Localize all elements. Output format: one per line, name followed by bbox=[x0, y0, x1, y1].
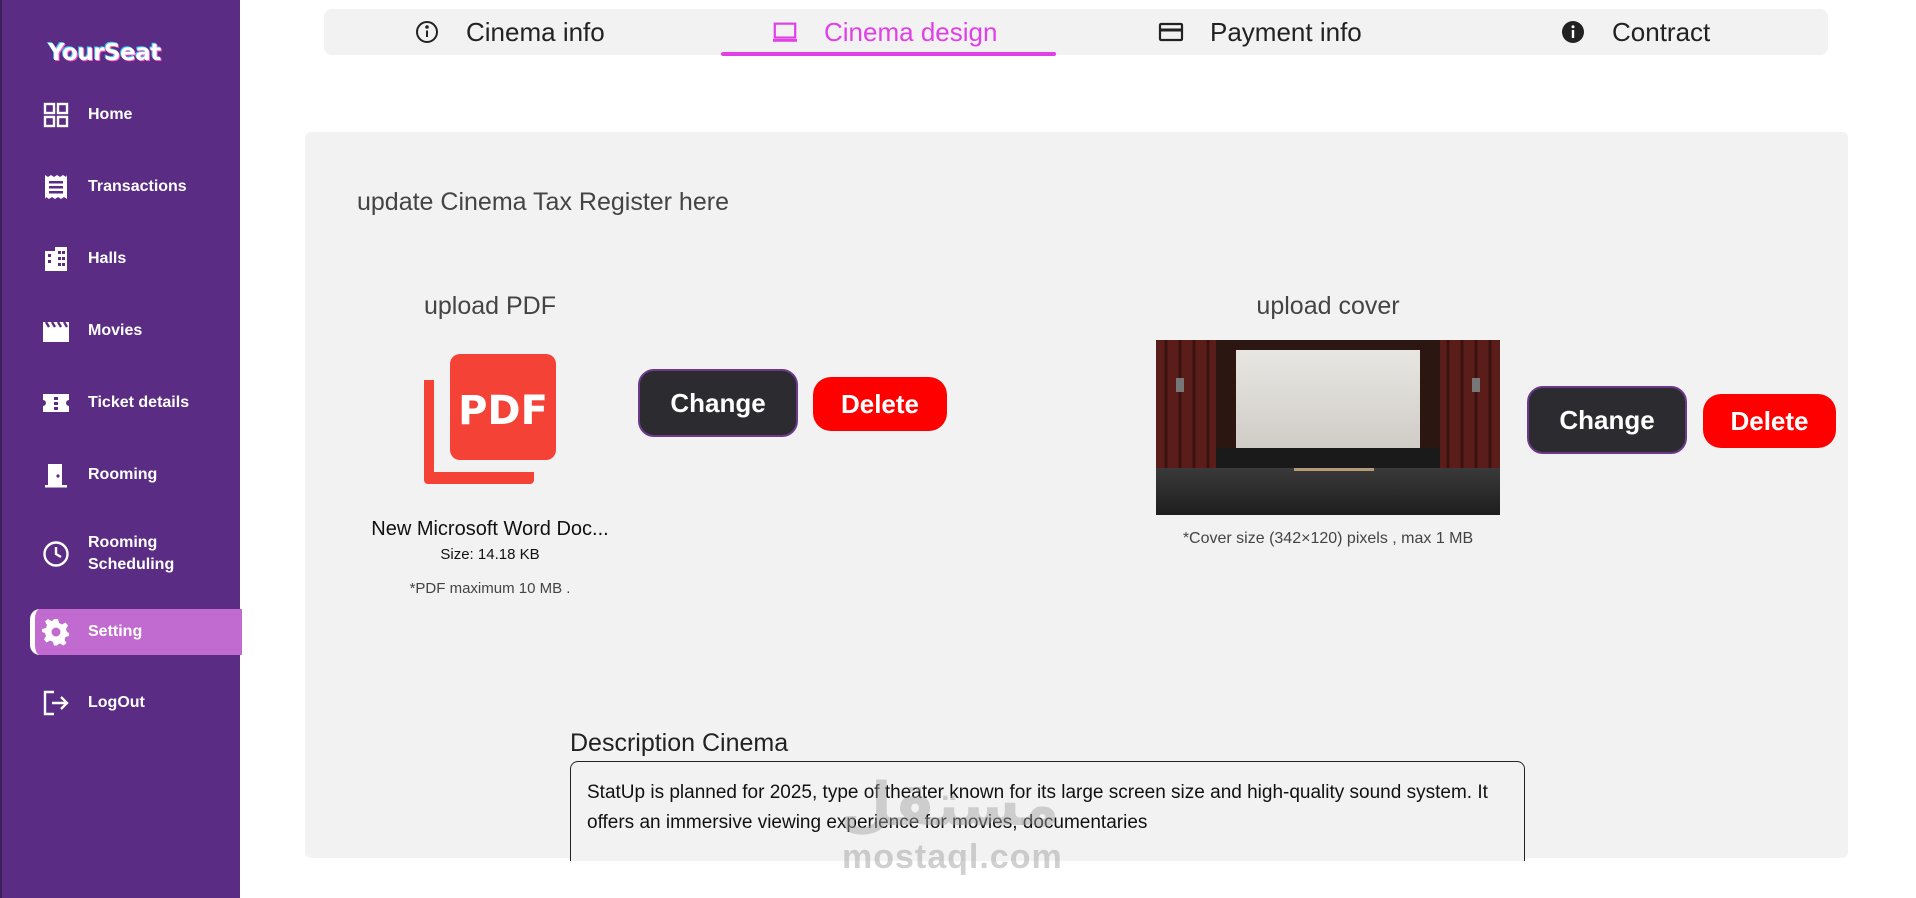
upload-pdf-label: upload PDF bbox=[423, 292, 557, 320]
cover-change-button[interactable]: Change bbox=[1527, 386, 1687, 454]
pdf-delete-button[interactable]: Delete bbox=[813, 377, 947, 431]
credit-card-icon bbox=[1158, 19, 1184, 45]
cover-size-note: *Cover size (342×120) pixels , max 1 MB bbox=[1182, 530, 1474, 547]
info-outline-icon bbox=[414, 19, 440, 45]
grid-icon bbox=[42, 101, 70, 129]
tab-label: Cinema info bbox=[466, 16, 605, 47]
tab-cinema-info[interactable]: Cinema info bbox=[414, 9, 605, 55]
watermark: mostaql.com bbox=[842, 838, 1063, 876]
sidebar-item-home[interactable]: Home bbox=[30, 92, 242, 138]
sidebar-item-label: Transactions bbox=[88, 178, 187, 195]
info-filled-icon bbox=[1560, 19, 1586, 45]
active-tab-indicator bbox=[721, 52, 1056, 56]
pdf-file-icon[interactable]: PDF bbox=[420, 352, 560, 488]
watermark-arabic: مستقل bbox=[840, 770, 1060, 840]
uploaded-file-name: New Microsoft Word Doc... bbox=[371, 518, 609, 540]
receipt-icon bbox=[42, 173, 70, 201]
laptop-icon bbox=[772, 19, 798, 45]
section-title: update Cinema Tax Register here bbox=[357, 188, 729, 216]
sidebar-item-label: Rooming bbox=[88, 466, 158, 483]
tab-label: Payment info bbox=[1210, 16, 1362, 47]
tab-contract[interactable]: Contract bbox=[1560, 9, 1710, 55]
tab-label: Contract bbox=[1612, 16, 1711, 47]
app-logo[interactable]: YourSeat bbox=[48, 40, 161, 66]
tab-cinema-design[interactable]: Cinema design bbox=[772, 9, 997, 55]
clock-icon bbox=[42, 540, 70, 568]
sidebar-item-label: Rooming Scheduling bbox=[88, 534, 175, 573]
sidebar-item-label: Movies bbox=[88, 322, 143, 339]
tab-label: Cinema design bbox=[824, 16, 998, 47]
sidebar: YourSeat Home Transactions Halls Movies … bbox=[0, 0, 242, 898]
uploaded-file-size: Size: 14.18 KB bbox=[440, 546, 540, 563]
content-panel bbox=[305, 132, 1848, 858]
pdf-change-button[interactable]: Change bbox=[638, 369, 798, 437]
svg-text:PDF: PDF bbox=[458, 388, 548, 434]
cover-delete-button[interactable]: Delete bbox=[1703, 394, 1836, 448]
sidebar-item-label: Ticket details bbox=[88, 394, 190, 411]
sidebar-item-halls[interactable]: Halls bbox=[30, 236, 242, 282]
ticket-icon bbox=[42, 389, 70, 417]
pdf-size-note: *PDF maximum 10 MB . bbox=[409, 580, 571, 597]
clapperboard-icon bbox=[42, 317, 70, 345]
cover-image[interactable] bbox=[1156, 340, 1500, 515]
sidebar-item-label: Halls bbox=[88, 250, 127, 267]
tab-payment-info[interactable]: Payment info bbox=[1158, 9, 1362, 55]
sidebar-item-logout[interactable]: LogOut bbox=[30, 680, 242, 726]
sidebar-item-label: Home bbox=[88, 106, 133, 123]
settings-tabs: Cinema info Cinema design Payment info C… bbox=[324, 9, 1828, 55]
sidebar-item-rooming[interactable]: Rooming bbox=[30, 452, 242, 498]
logout-icon bbox=[42, 689, 70, 717]
sidebar-item-label: Setting bbox=[88, 623, 143, 640]
upload-cover-label: upload cover bbox=[1256, 292, 1400, 320]
sidebar-item-movies[interactable]: Movies bbox=[30, 308, 242, 354]
sidebar-item-transactions[interactable]: Transactions bbox=[30, 164, 242, 210]
door-icon bbox=[42, 461, 70, 489]
sidebar-item-label: LogOut bbox=[88, 694, 145, 711]
building-icon bbox=[42, 245, 70, 273]
sidebar-item-ticket-details[interactable]: Ticket details bbox=[30, 380, 242, 426]
sidebar-item-rooming-scheduling[interactable]: Rooming Scheduling bbox=[30, 530, 242, 578]
description-label: Description Cinema bbox=[570, 729, 789, 757]
sidebar-item-setting[interactable]: Setting bbox=[30, 609, 242, 655]
gear-icon bbox=[42, 618, 70, 646]
